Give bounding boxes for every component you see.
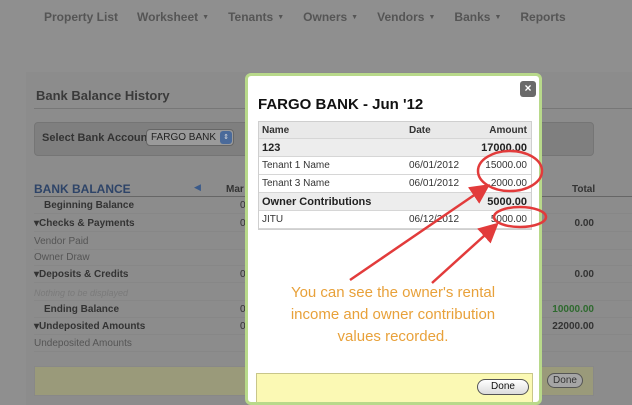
modal-title: FARGO BANK - Jun '12 bbox=[258, 96, 424, 113]
row-name: Tenant 1 Name bbox=[262, 160, 330, 171]
nav-label: Tenants bbox=[228, 10, 274, 24]
group-name: 123 bbox=[262, 142, 281, 154]
nav-label: Banks bbox=[454, 10, 491, 24]
nav-owners[interactable]: Owners ▼ bbox=[303, 10, 358, 24]
row-amount: 5000.00 bbox=[490, 214, 527, 225]
caret-down-icon: ▼ bbox=[494, 13, 502, 21]
page-done-button[interactable]: Done bbox=[547, 373, 583, 388]
nav-banks[interactable]: Banks ▼ bbox=[454, 10, 501, 24]
bank-account-select[interactable]: FARGO BANK ⇕ bbox=[146, 129, 234, 146]
annotation-line: income and owner contribution bbox=[290, 306, 496, 323]
group-row: 123 17000.00 bbox=[259, 139, 531, 157]
row-label: Beginning Balance bbox=[44, 200, 135, 211]
select-arrows-icon: ⇕ bbox=[220, 131, 232, 144]
caret-down-icon: ▼ bbox=[202, 13, 210, 21]
page-title: Bank Balance History bbox=[36, 88, 170, 103]
bank-account-value: FARGO BANK bbox=[151, 132, 217, 143]
transactions-table: Name Date Amount 123 17000.00 Tenant 1 N… bbox=[258, 121, 532, 230]
group-name: Owner Contributions bbox=[262, 196, 372, 208]
caret-down-icon: ▼ bbox=[428, 13, 436, 21]
row-label: ▾Deposits & Credits bbox=[34, 269, 129, 280]
table-row: JITU 06/12/2012 5000.00 bbox=[259, 211, 531, 229]
caret-down-icon: ▼ bbox=[351, 13, 359, 21]
nav-label: Property List bbox=[44, 10, 119, 24]
nav-tenants[interactable]: Tenants ▼ bbox=[228, 10, 284, 24]
nav-property-list[interactable]: Property List bbox=[44, 10, 118, 24]
annotation-line: You can see the owner's rental bbox=[290, 284, 496, 301]
header-date: Date bbox=[409, 125, 431, 136]
column-month: Mar bbox=[226, 184, 244, 195]
annotation-text: You can see the owner's rental income an… bbox=[258, 282, 528, 348]
row-label: Vendor Paid bbox=[34, 236, 89, 247]
nav-label: Worksheet bbox=[137, 10, 199, 24]
nav-worksheet[interactable]: Worksheet ▼ bbox=[137, 10, 209, 24]
select-bank-label: Select Bank Account: bbox=[42, 132, 155, 144]
nav-label: Owners bbox=[303, 10, 348, 24]
row-date: 06/12/2012 bbox=[409, 214, 460, 225]
modal-footer: Done bbox=[256, 373, 533, 402]
table-header: Name Date Amount bbox=[259, 122, 531, 139]
row-total-value: 10000.00 bbox=[552, 304, 594, 315]
row-name: Tenant 3 Name bbox=[262, 178, 330, 189]
row-date: 06/01/2012 bbox=[409, 160, 460, 171]
caret-down-icon: ▼ bbox=[277, 13, 285, 21]
row-total-value: 0.00 bbox=[574, 269, 594, 280]
row-total-value: 22000.00 bbox=[552, 321, 594, 332]
column-total: Total bbox=[572, 184, 596, 195]
nav-label: Reports bbox=[520, 10, 566, 24]
row-name: JITU bbox=[262, 214, 284, 225]
row-date: 06/01/2012 bbox=[409, 178, 460, 189]
previous-month-icon[interactable]: ◀ bbox=[194, 182, 201, 193]
nav-vendors[interactable]: Vendors ▼ bbox=[377, 10, 435, 24]
group-total: 5000.00 bbox=[487, 196, 527, 208]
row-label: Nothing to be displayed bbox=[34, 288, 129, 298]
annotation-line: values recorded. bbox=[337, 328, 449, 345]
nav-label: Vendors bbox=[377, 10, 425, 24]
group-total: 17000.00 bbox=[481, 142, 527, 154]
table-row: Tenant 1 Name 06/01/2012 15000.00 bbox=[259, 157, 531, 175]
row-label: Ending Balance bbox=[44, 304, 120, 315]
transactions-modal: FARGO BANK - Jun '12 × Name Date Amount … bbox=[245, 73, 542, 405]
done-button[interactable]: Done bbox=[477, 379, 529, 395]
header-amount: Amount bbox=[489, 125, 527, 136]
bank-balance-heading: BANK BALANCE bbox=[34, 182, 131, 196]
row-label: Owner Draw bbox=[34, 252, 90, 263]
top-navigation: Property List Worksheet ▼ Tenants ▼ Owners… bbox=[0, 0, 632, 34]
row-label: ▾Checks & Payments bbox=[34, 218, 135, 229]
row-amount: 15000.00 bbox=[485, 160, 527, 171]
row-total-value: 0.00 bbox=[574, 218, 594, 229]
row-label: ▾Undeposited Amounts bbox=[34, 321, 146, 332]
header-name: Name bbox=[262, 125, 290, 136]
group-row: Owner Contributions 5000.00 bbox=[259, 193, 531, 211]
row-label: Undeposited Amounts bbox=[34, 338, 132, 349]
table-row: Tenant 3 Name 06/01/2012 2000.00 bbox=[259, 175, 531, 193]
nav-reports[interactable]: Reports bbox=[520, 10, 565, 24]
row-amount: 2000.00 bbox=[490, 178, 527, 189]
close-icon[interactable]: × bbox=[520, 81, 536, 97]
